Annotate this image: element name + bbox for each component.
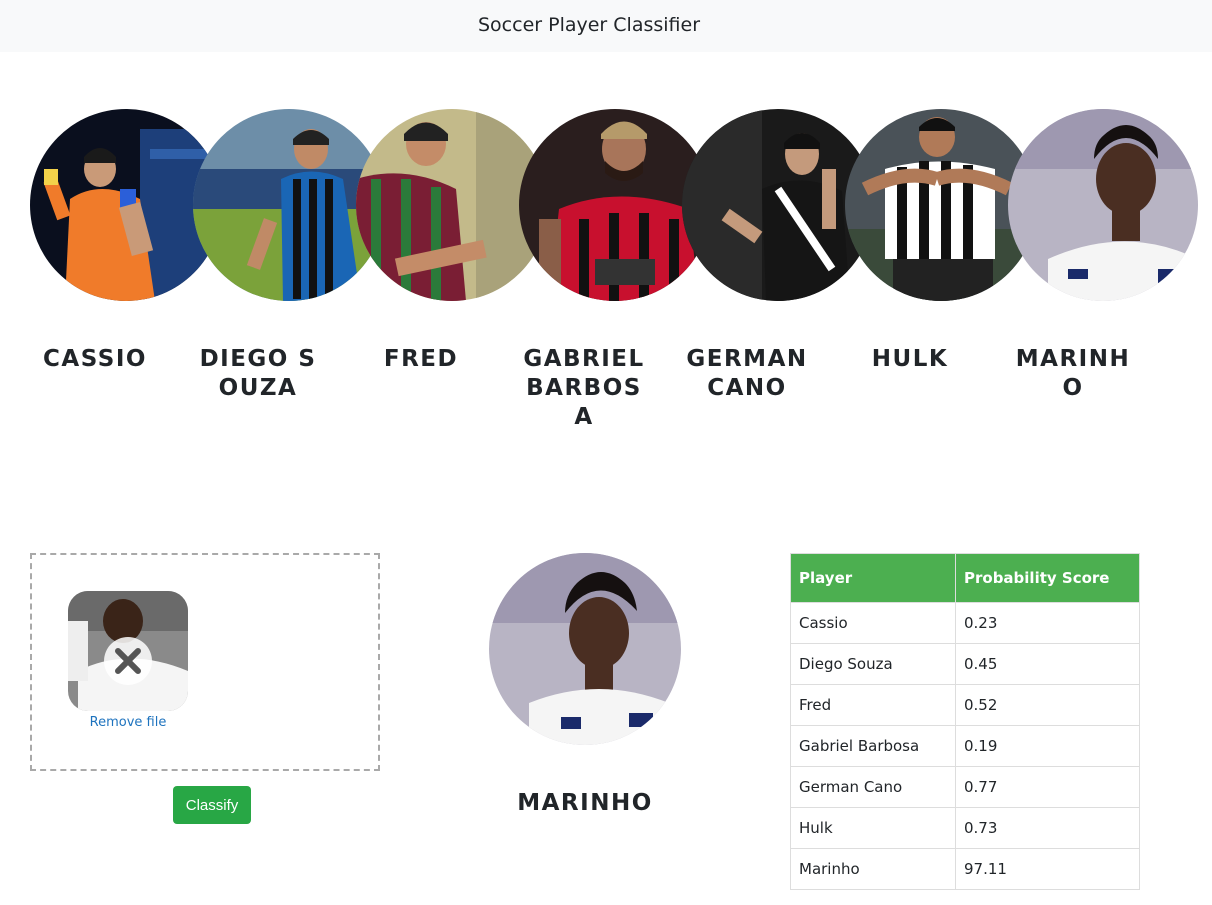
cell-player: Marinho	[790, 848, 956, 890]
cell-score: 0.52	[955, 684, 1140, 726]
cell-score: 0.73	[955, 807, 1140, 849]
player-card-diego-souza: DIEGO SOUZA	[193, 109, 385, 401]
player-name: MARINHO	[1015, 346, 1131, 401]
upload-dropzone[interactable]: Remove file	[30, 553, 380, 771]
cell-player: Gabriel Barbosa	[790, 725, 956, 767]
player-photo	[1008, 109, 1198, 301]
table-row: Diego Souza 0.45	[790, 643, 1140, 685]
player-card-cassio: CASSIO	[30, 109, 222, 372]
cell-score: 0.19	[955, 725, 1140, 767]
table-row: Gabriel Barbosa 0.19	[790, 725, 1140, 767]
player-name: GABRIEL BARBOSA	[523, 346, 645, 430]
player-name: HULK	[871, 346, 949, 372]
player-card-marinho: MARINHO	[1008, 109, 1198, 401]
table-row: Marinho 97.11	[790, 848, 1140, 890]
column-header-probability: Probability Score	[955, 553, 1140, 603]
cell-player: Hulk	[790, 807, 956, 849]
table-row: German Cano 0.77	[790, 766, 1140, 808]
table-row: Hulk 0.73	[790, 807, 1140, 849]
uploaded-file-preview	[68, 591, 188, 711]
navbar-brand[interactable]: Soccer Player Classifier	[478, 14, 700, 36]
probability-table: Player Probability Score Cassio 0.23 Die…	[790, 553, 1140, 890]
table-row: Fred 0.52	[790, 684, 1140, 726]
navbar: Soccer Player Classifier	[0, 0, 1212, 52]
player-name: DIEGO SOUZA	[199, 346, 317, 401]
cell-score: 0.45	[955, 643, 1140, 685]
player-card-fred: FRED	[356, 109, 548, 372]
remove-file-link[interactable]: Remove file	[68, 715, 188, 730]
player-card-gabriel-barbosa: GABRIEL BARBOSA	[519, 109, 711, 430]
table-row: Cassio 0.23	[790, 602, 1140, 644]
player-name: CASSIO	[43, 346, 147, 372]
cell-player: Fred	[790, 684, 956, 726]
player-name: FRED	[383, 346, 459, 372]
cell-score: 97.11	[955, 848, 1140, 890]
cell-player: Diego Souza	[790, 643, 956, 685]
player-name: GERMAN CANO	[686, 346, 808, 401]
cell-score: 0.77	[955, 766, 1140, 808]
cell-player: Cassio	[790, 602, 956, 644]
cell-score: 0.23	[955, 602, 1140, 644]
cell-player: German Cano	[790, 766, 956, 808]
column-header-player: Player	[790, 553, 956, 603]
result-player-photo	[489, 553, 681, 745]
result-player-name: MARINHO	[517, 790, 653, 816]
player-card-hulk: HULK	[845, 109, 1037, 372]
classify-button[interactable]: Classify	[173, 786, 251, 824]
player-card-german-cano: GERMAN CANO	[682, 109, 874, 401]
table-header-row: Player Probability Score	[790, 553, 1140, 603]
